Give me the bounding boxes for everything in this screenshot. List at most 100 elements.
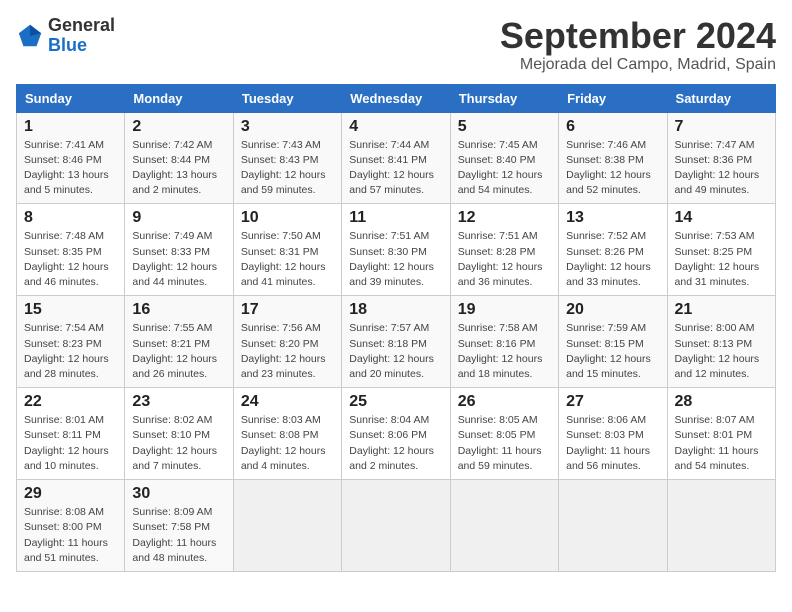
- day-number: 27: [566, 393, 659, 411]
- day-number: 7: [675, 118, 768, 136]
- calendar-cell: 16Sunrise: 7:55 AM Sunset: 8:21 PM Dayli…: [125, 296, 233, 388]
- calendar-week-row: 29 Sunrise: 8:08 AM Sunset: 8:00 PM Dayli…: [17, 480, 776, 572]
- header-row: SundayMondayTuesdayWednesdayThursdayFrid…: [17, 84, 776, 112]
- day-number: 6: [566, 118, 659, 136]
- logo-icon: [16, 22, 44, 50]
- day-detail: Sunrise: 7:42 AM Sunset: 8:44 PM Dayligh…: [132, 138, 225, 199]
- calendar-cell: 15 Sunrise: 7:54 AM Sunset: 8:23 PM Dayli…: [17, 296, 125, 388]
- day-number: 24: [241, 393, 334, 411]
- day-number: 28: [675, 393, 768, 411]
- col-header-tuesday: Tuesday: [233, 84, 341, 112]
- day-detail: Sunrise: 7:47 AM Sunset: 8:36 PM Dayligh…: [675, 138, 768, 199]
- day-number: 23: [132, 393, 225, 411]
- col-header-friday: Friday: [559, 84, 667, 112]
- day-number: 11: [349, 209, 442, 227]
- col-header-sunday: Sunday: [17, 84, 125, 112]
- day-number: 25: [349, 393, 442, 411]
- day-detail: Sunrise: 8:06 AM Sunset: 8:03 PM Dayligh…: [566, 413, 659, 474]
- day-number: 15: [24, 301, 117, 319]
- calendar-cell: 23 Sunrise: 8:02 AM Sunset: 8:10 PM Dayli…: [125, 388, 233, 480]
- calendar-cell: 22Sunrise: 8:01 AM Sunset: 8:11 PM Dayli…: [17, 388, 125, 480]
- day-number: 12: [458, 209, 551, 227]
- calendar-cell: 24 Sunrise: 8:03 AM Sunset: 8:08 PM Dayli…: [233, 388, 341, 480]
- day-number: 19: [458, 301, 551, 319]
- day-detail: Sunrise: 7:49 AM Sunset: 8:33 PM Dayligh…: [132, 229, 225, 290]
- calendar-cell: 29 Sunrise: 8:08 AM Sunset: 8:00 PM Dayli…: [17, 480, 125, 572]
- col-header-saturday: Saturday: [667, 84, 775, 112]
- day-number: 14: [675, 209, 768, 227]
- day-detail: Sunrise: 7:53 AM Sunset: 8:25 PM Dayligh…: [675, 229, 768, 290]
- calendar-cell: 27 Sunrise: 8:06 AM Sunset: 8:03 PM Dayli…: [559, 388, 667, 480]
- calendar-week-row: 22Sunrise: 8:01 AM Sunset: 8:11 PM Dayli…: [17, 388, 776, 480]
- day-number: 21: [675, 301, 768, 319]
- calendar-cell: 20 Sunrise: 7:59 AM Sunset: 8:15 PM Dayli…: [559, 296, 667, 388]
- day-number: 5: [458, 118, 551, 136]
- calendar-cell: 6 Sunrise: 7:46 AM Sunset: 8:38 PM Daylig…: [559, 112, 667, 204]
- day-number: 26: [458, 393, 551, 411]
- day-detail: Sunrise: 8:03 AM Sunset: 8:08 PM Dayligh…: [241, 413, 334, 474]
- title-block: September 2024 Mejorada del Campo, Madri…: [500, 16, 776, 74]
- calendar-cell: 30Sunrise: 8:09 AM Sunset: 7:58 PM Dayli…: [125, 480, 233, 572]
- day-number: 8: [24, 209, 117, 227]
- day-number: 9: [132, 209, 225, 227]
- calendar-cell: 21Sunrise: 8:00 AM Sunset: 8:13 PM Dayli…: [667, 296, 775, 388]
- day-detail: Sunrise: 7:52 AM Sunset: 8:26 PM Dayligh…: [566, 229, 659, 290]
- calendar-cell: 28Sunrise: 8:07 AM Sunset: 8:01 PM Dayli…: [667, 388, 775, 480]
- day-number: 3: [241, 118, 334, 136]
- day-detail: Sunrise: 7:51 AM Sunset: 8:30 PM Dayligh…: [349, 229, 442, 290]
- day-number: 17: [241, 301, 334, 319]
- calendar-cell: 25 Sunrise: 8:04 AM Sunset: 8:06 PM Dayli…: [342, 388, 450, 480]
- calendar-week-row: 15 Sunrise: 7:54 AM Sunset: 8:23 PM Dayli…: [17, 296, 776, 388]
- month-title: September 2024: [500, 16, 776, 56]
- day-detail: Sunrise: 8:02 AM Sunset: 8:10 PM Dayligh…: [132, 413, 225, 474]
- day-number: 13: [566, 209, 659, 227]
- day-number: 20: [566, 301, 659, 319]
- day-detail: Sunrise: 7:51 AM Sunset: 8:28 PM Dayligh…: [458, 229, 551, 290]
- day-number: 29: [24, 485, 117, 503]
- calendar-cell: 14 Sunrise: 7:53 AM Sunset: 8:25 PM Dayli…: [667, 204, 775, 296]
- day-detail: Sunrise: 7:58 AM Sunset: 8:16 PM Dayligh…: [458, 321, 551, 382]
- calendar-cell: 7 Sunrise: 7:47 AM Sunset: 8:36 PM Daylig…: [667, 112, 775, 204]
- day-detail: Sunrise: 7:43 AM Sunset: 8:43 PM Dayligh…: [241, 138, 334, 199]
- calendar-week-row: 8 Sunrise: 7:48 AM Sunset: 8:35 PM Daylig…: [17, 204, 776, 296]
- day-number: 30: [132, 485, 225, 503]
- day-detail: Sunrise: 7:44 AM Sunset: 8:41 PM Dayligh…: [349, 138, 442, 199]
- day-number: 4: [349, 118, 442, 136]
- day-number: 1: [24, 118, 117, 136]
- day-detail: Sunrise: 7:45 AM Sunset: 8:40 PM Dayligh…: [458, 138, 551, 199]
- day-number: 10: [241, 209, 334, 227]
- calendar-cell: 17 Sunrise: 7:56 AM Sunset: 8:20 PM Dayli…: [233, 296, 341, 388]
- calendar-cell: 13 Sunrise: 7:52 AM Sunset: 8:26 PM Dayli…: [559, 204, 667, 296]
- calendar-cell: 8 Sunrise: 7:48 AM Sunset: 8:35 PM Daylig…: [17, 204, 125, 296]
- calendar-cell: 5 Sunrise: 7:45 AM Sunset: 8:40 PM Daylig…: [450, 112, 558, 204]
- day-detail: Sunrise: 7:46 AM Sunset: 8:38 PM Dayligh…: [566, 138, 659, 199]
- day-detail: Sunrise: 7:48 AM Sunset: 8:35 PM Dayligh…: [24, 229, 117, 290]
- calendar-cell: 3 Sunrise: 7:43 AM Sunset: 8:43 PM Daylig…: [233, 112, 341, 204]
- calendar-cell: 18Sunrise: 7:57 AM Sunset: 8:18 PM Dayli…: [342, 296, 450, 388]
- page-header: General Blue September 2024 Mejorada del…: [16, 16, 776, 74]
- calendar-cell: 9 Sunrise: 7:49 AM Sunset: 8:33 PM Daylig…: [125, 204, 233, 296]
- calendar-cell: 19 Sunrise: 7:58 AM Sunset: 8:16 PM Dayli…: [450, 296, 558, 388]
- calendar-table: SundayMondayTuesdayWednesdayThursdayFrid…: [16, 84, 776, 572]
- col-header-monday: Monday: [125, 84, 233, 112]
- calendar-cell: 26Sunrise: 8:05 AM Sunset: 8:05 PM Dayli…: [450, 388, 558, 480]
- calendar-cell: [450, 480, 558, 572]
- calendar-cell: [559, 480, 667, 572]
- day-detail: Sunrise: 7:59 AM Sunset: 8:15 PM Dayligh…: [566, 321, 659, 382]
- day-number: 16: [132, 301, 225, 319]
- col-header-wednesday: Wednesday: [342, 84, 450, 112]
- day-number: 22: [24, 393, 117, 411]
- calendar-cell: [342, 480, 450, 572]
- logo-blue-text: Blue: [48, 35, 87, 55]
- day-detail: Sunrise: 7:50 AM Sunset: 8:31 PM Dayligh…: [241, 229, 334, 290]
- day-detail: Sunrise: 8:08 AM Sunset: 8:00 PM Dayligh…: [24, 505, 117, 566]
- calendar-cell: [667, 480, 775, 572]
- day-number: 18: [349, 301, 442, 319]
- day-detail: Sunrise: 8:04 AM Sunset: 8:06 PM Dayligh…: [349, 413, 442, 474]
- day-detail: Sunrise: 7:54 AM Sunset: 8:23 PM Dayligh…: [24, 321, 117, 382]
- day-detail: Sunrise: 7:56 AM Sunset: 8:20 PM Dayligh…: [241, 321, 334, 382]
- logo: General Blue: [16, 16, 115, 56]
- col-header-thursday: Thursday: [450, 84, 558, 112]
- day-number: 2: [132, 118, 225, 136]
- calendar-cell: [233, 480, 341, 572]
